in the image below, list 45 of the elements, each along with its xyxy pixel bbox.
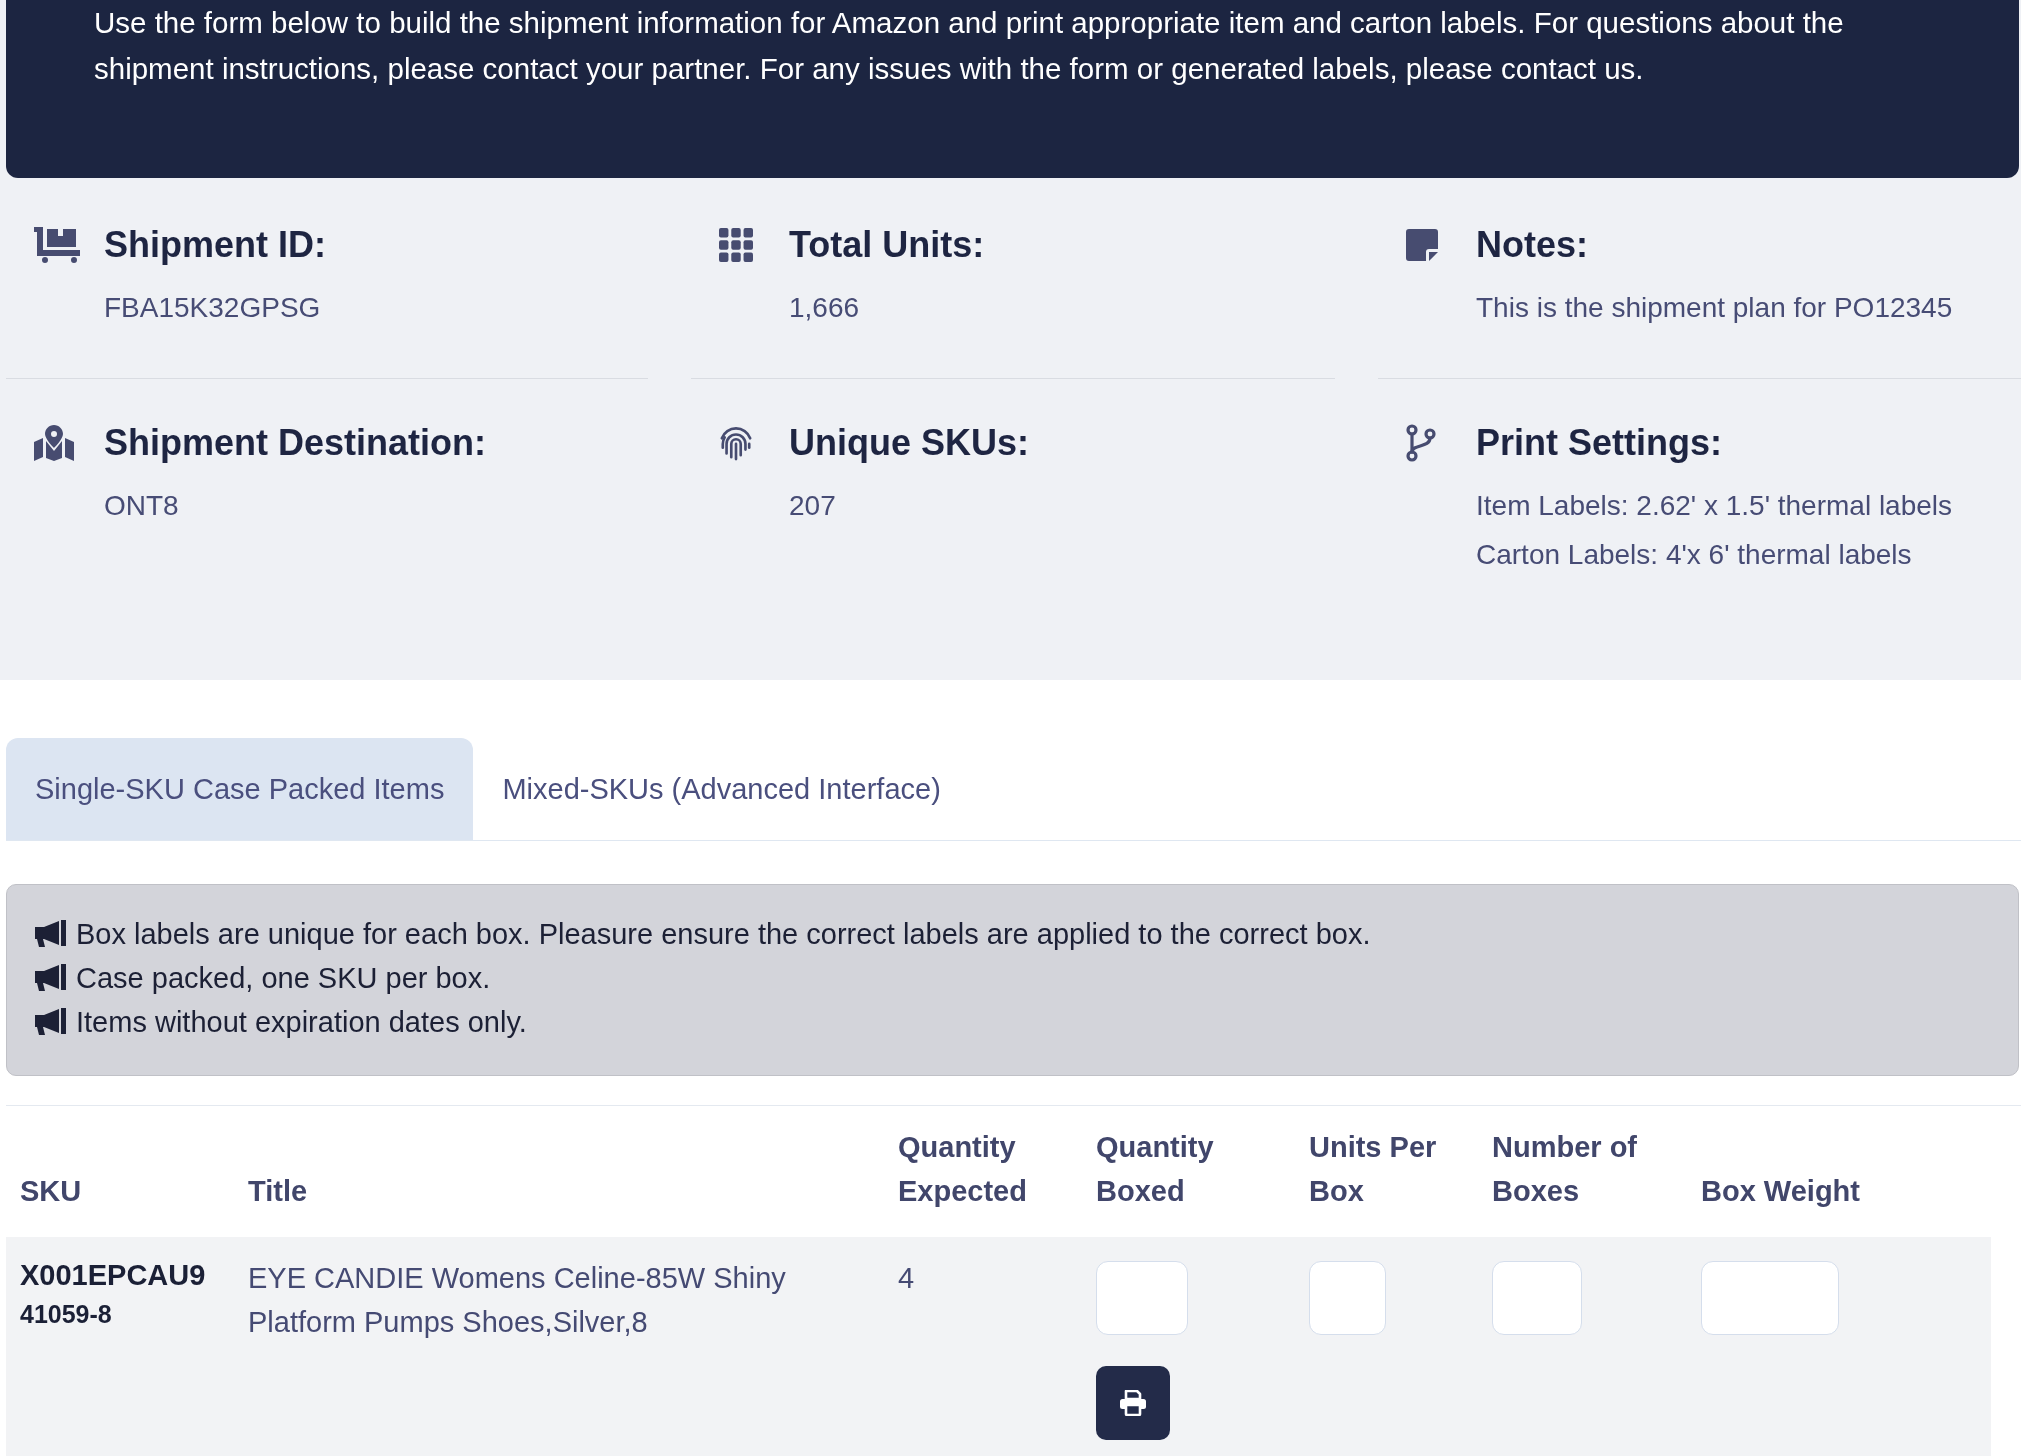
table-cell-text: 4 (898, 1261, 915, 1296)
summary-value: Carton Labels: 4'x 6' thermal labels (1476, 538, 1913, 572)
megaphone-icon (34, 964, 68, 992)
column-header: Title (248, 1174, 309, 1209)
tab[interactable]: Mixed-SKUs (Advanced Interface) (473, 738, 970, 840)
column-header: Quantity Expected (898, 1130, 1028, 1209)
input-field[interactable] (1096, 1261, 1188, 1335)
column-header: Quantity Boxed (1096, 1130, 1215, 1209)
fingerprint-icon (719, 425, 753, 461)
notice-text: Box labels are unique for each box. Pleasure ensure the correct labels are applied to the correct box. (76, 917, 1371, 952)
print-button[interactable] (1096, 1366, 1170, 1440)
summary-value: ONT8 (104, 489, 180, 523)
summary-label: Print Settings: (1476, 421, 1723, 465)
summary-value: Item Labels: 2.62' x 1.5' thermal labels (1476, 489, 1953, 523)
column-header: Box Weight (1701, 1174, 1861, 1209)
summary-label: Notes: (1476, 223, 1589, 267)
summary-label: Shipment ID: (104, 223, 326, 267)
summary-label: Shipment Destination: (104, 421, 486, 465)
column-header: SKU (20, 1174, 83, 1209)
map-marker-icon (34, 425, 74, 461)
megaphone-icon (34, 920, 68, 948)
column-header: Units Per Box (1309, 1130, 1438, 1209)
tab[interactable]: Single-SKU Case Packed Items (6, 738, 474, 840)
printer-icon (1119, 1390, 1147, 1416)
sticky-note-icon (1406, 229, 1438, 261)
notice-text: Items without expiration dates only. (76, 1005, 527, 1040)
summary-value: 1,666 (789, 291, 861, 325)
dolly-icon (34, 227, 80, 263)
input-field[interactable] (1701, 1261, 1839, 1335)
input-field[interactable] (1492, 1261, 1582, 1335)
item-number-text: 41059-8 (20, 1299, 112, 1330)
summary-label: Total Units: (789, 223, 985, 267)
input-field[interactable] (1309, 1261, 1386, 1335)
table-cell-text: EYE CANDIE Womens Celine-85W Shiny Platform Pumps Shoes,Silver,8 (248, 1261, 787, 1340)
notice-text: Case packed, one SKU per box. (76, 961, 491, 996)
megaphone-icon (34, 1008, 68, 1036)
branch-icon (1406, 424, 1436, 462)
summary-label: Unique SKUs: (789, 421, 1029, 465)
summary-value: This is the shipment plan for PO12345 (1476, 291, 1953, 325)
banner-text: Use the form below to build the shipment information for Amazon and print appropriate item and carton labels. For questions about the shipment instructions, please contact your partner. For any issues with the form or generated labels, please contact us. (94, 5, 1845, 87)
summary-value: 207 (789, 489, 837, 523)
grid-icon (719, 228, 753, 262)
column-header: Number of Boxes (1492, 1130, 1638, 1209)
summary-value: FBA15K32GPSG (104, 291, 322, 325)
sku-text: X001EPCAU9 (20, 1258, 206, 1293)
